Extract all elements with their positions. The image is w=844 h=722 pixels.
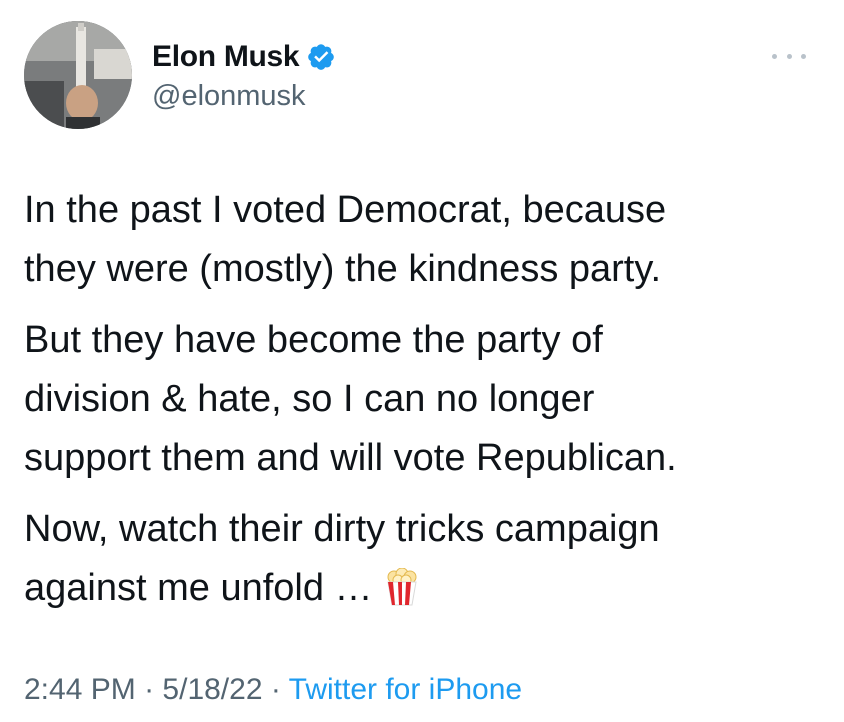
author-name-row: Elon Musk xyxy=(152,37,336,77)
tweet-time[interactable]: 2:44 PM xyxy=(24,673,136,706)
meta-separator: · xyxy=(270,673,281,706)
tweet-paragraph: But they have become the party of divisi… xyxy=(24,319,677,479)
handle[interactable]: @elonmusk xyxy=(152,80,306,113)
more-options-icon[interactable] xyxy=(772,46,806,66)
tweet-date[interactable]: 5/18/22 xyxy=(162,673,262,706)
avatar[interactable] xyxy=(24,21,132,129)
tweet-meta: 2:44 PM · 5/18/22 · Twitter for iPhone xyxy=(24,673,522,707)
tweet-paragraph: In the past I voted Democrat, because th… xyxy=(24,189,667,290)
tweet-paragraph-text: Now, watch their dirty tricks campaign a… xyxy=(24,508,660,609)
tweet-text: In the past I voted Democrat, because th… xyxy=(24,181,824,636)
tweet-source-link[interactable]: Twitter for iPhone xyxy=(289,673,522,706)
display-name[interactable]: Elon Musk xyxy=(152,40,300,74)
verified-badge-icon xyxy=(306,42,336,72)
meta-separator: · xyxy=(144,673,155,706)
tweet-paragraph-last: Now, watch their dirty tricks campaign a… xyxy=(24,500,824,624)
tweet-card: Elon Musk @elonmusk In the past I voted … xyxy=(0,0,844,722)
avatar-image xyxy=(24,21,132,129)
popcorn-icon xyxy=(385,565,419,624)
